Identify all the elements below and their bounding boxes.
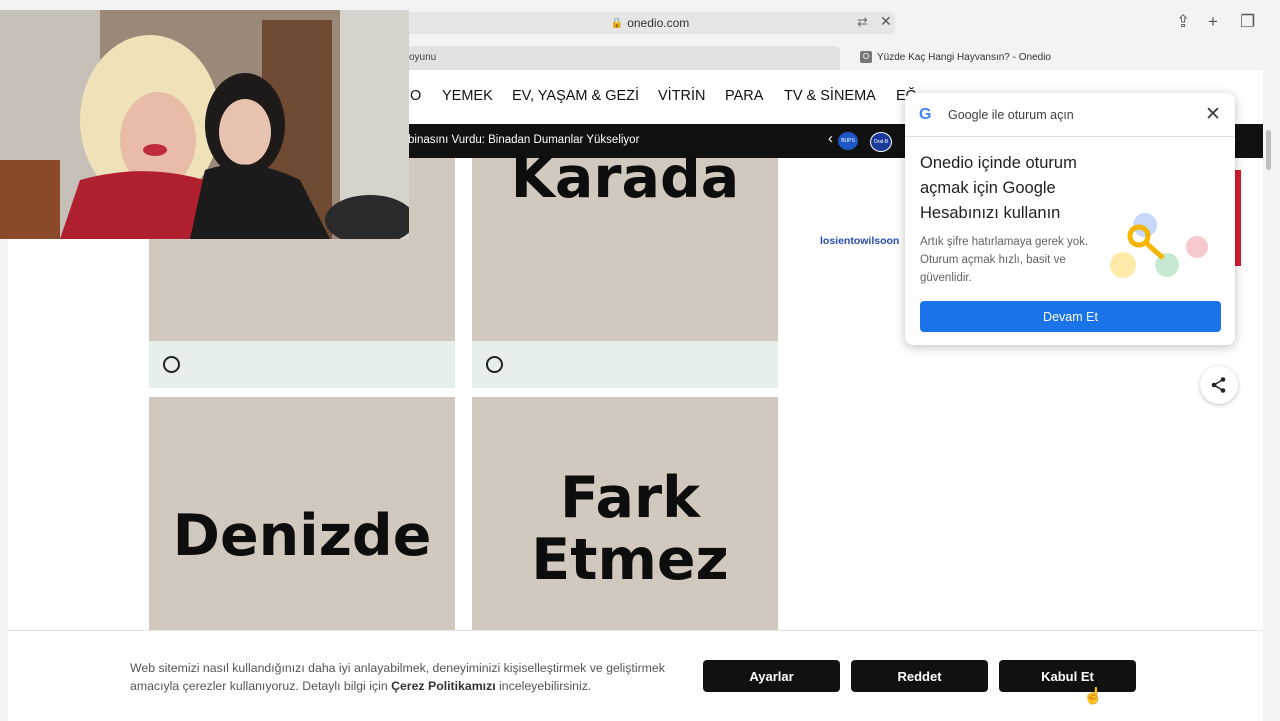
scrollbar-thumb[interactable]	[1266, 130, 1271, 170]
quiz-option-footer[interactable]	[472, 341, 778, 388]
popup-header: Google ile oturum açın	[948, 108, 1074, 122]
lock-icon: 🔒	[610, 17, 624, 29]
continue-button[interactable]: Devam Et	[920, 301, 1221, 332]
radio-button[interactable]	[163, 356, 180, 373]
nav-item-tv-sinema[interactable]: TV & SİNEMA	[784, 88, 876, 104]
webcam-overlay	[0, 10, 409, 239]
quiz-option-label: Fark Etmez	[531, 465, 729, 593]
nav-item[interactable]: O	[410, 88, 421, 104]
nav-item-vitrin[interactable]: VİTRİN	[658, 88, 706, 104]
url-text: onedio.com	[627, 16, 690, 30]
quiz-option-card[interactable]: Denizde	[149, 397, 455, 630]
popup-heading: Onedio içinde oturum açmak için Google H…	[920, 154, 1077, 222]
cookie-accept-button[interactable]: Kabul Et	[999, 660, 1136, 692]
chevron-left-icon[interactable]: ‹	[828, 130, 833, 147]
sponsor-logo[interactable]: BUPS	[838, 132, 858, 150]
google-signin-popup: G Google ile oturum açın ✕ Onedio içinde…	[905, 93, 1235, 345]
cookie-reject-button[interactable]: Reddet	[851, 660, 988, 692]
close-icon[interactable]: ✕	[880, 13, 892, 30]
divider	[905, 136, 1235, 137]
tab-favicon: O	[860, 51, 872, 64]
tab-2[interactable]: O Yüzde Kaç Hangi Hayvansın? - Onedio	[850, 46, 1270, 70]
radio-button[interactable]	[486, 356, 503, 373]
webcam-video	[0, 10, 409, 239]
quiz-option-label: Karada	[510, 145, 740, 211]
overlay-watermark: losientowilsoon	[820, 235, 900, 247]
tab-1-title: oyunu	[409, 52, 437, 63]
address-bar[interactable]: 🔒 onedio.com	[405, 12, 895, 34]
translate-icon[interactable]: ⇄	[857, 14, 868, 30]
hand-cursor-icon: ☝	[1083, 688, 1103, 705]
cookie-text: Web sitemizi nasıl kullandığınızı daha i…	[130, 659, 690, 695]
quiz-option-label: Denizde	[172, 503, 432, 569]
sponsor-logo[interactable]: Oral-B	[870, 132, 892, 152]
close-icon[interactable]: ✕	[1205, 103, 1221, 126]
key-illustration-icon	[1110, 213, 1208, 278]
tab-overview-icon[interactable]: ❐	[1240, 12, 1255, 32]
cookie-settings-button[interactable]: Ayarlar	[703, 660, 840, 692]
share-icon[interactable]: ⇪	[1176, 12, 1190, 32]
nav-item-yemek[interactable]: YEMEK	[442, 88, 493, 104]
cookie-policy-link[interactable]: Çerez Politikamızı	[391, 679, 496, 693]
tab-1[interactable]: oyunu	[405, 46, 840, 70]
cookie-text-end: inceleyebilirsiniz.	[495, 679, 592, 693]
google-logo-icon: G	[919, 106, 932, 123]
quiz-option-footer[interactable]	[149, 341, 455, 388]
share-button[interactable]	[1200, 366, 1238, 404]
share-icon	[1211, 377, 1226, 393]
popup-body: Artık şifre hatırlamaya gerek yok. Oturu…	[920, 236, 1089, 284]
quiz-option-card[interactable]: Fark Etmez	[472, 397, 778, 630]
quiz-option-card[interactable]: Karada	[472, 147, 778, 341]
cookie-banner: Web sitemizi nasıl kullandığınızı daha i…	[8, 630, 1263, 721]
nav-item-para[interactable]: PARA	[725, 88, 763, 104]
new-tab-icon[interactable]: +	[1208, 12, 1218, 32]
nav-item-ev-yasam-gezi[interactable]: EV, YAŞAM & GEZİ	[512, 88, 639, 104]
tab-2-title: Yüzde Kaç Hangi Hayvansın? - Onedio	[877, 52, 1051, 63]
